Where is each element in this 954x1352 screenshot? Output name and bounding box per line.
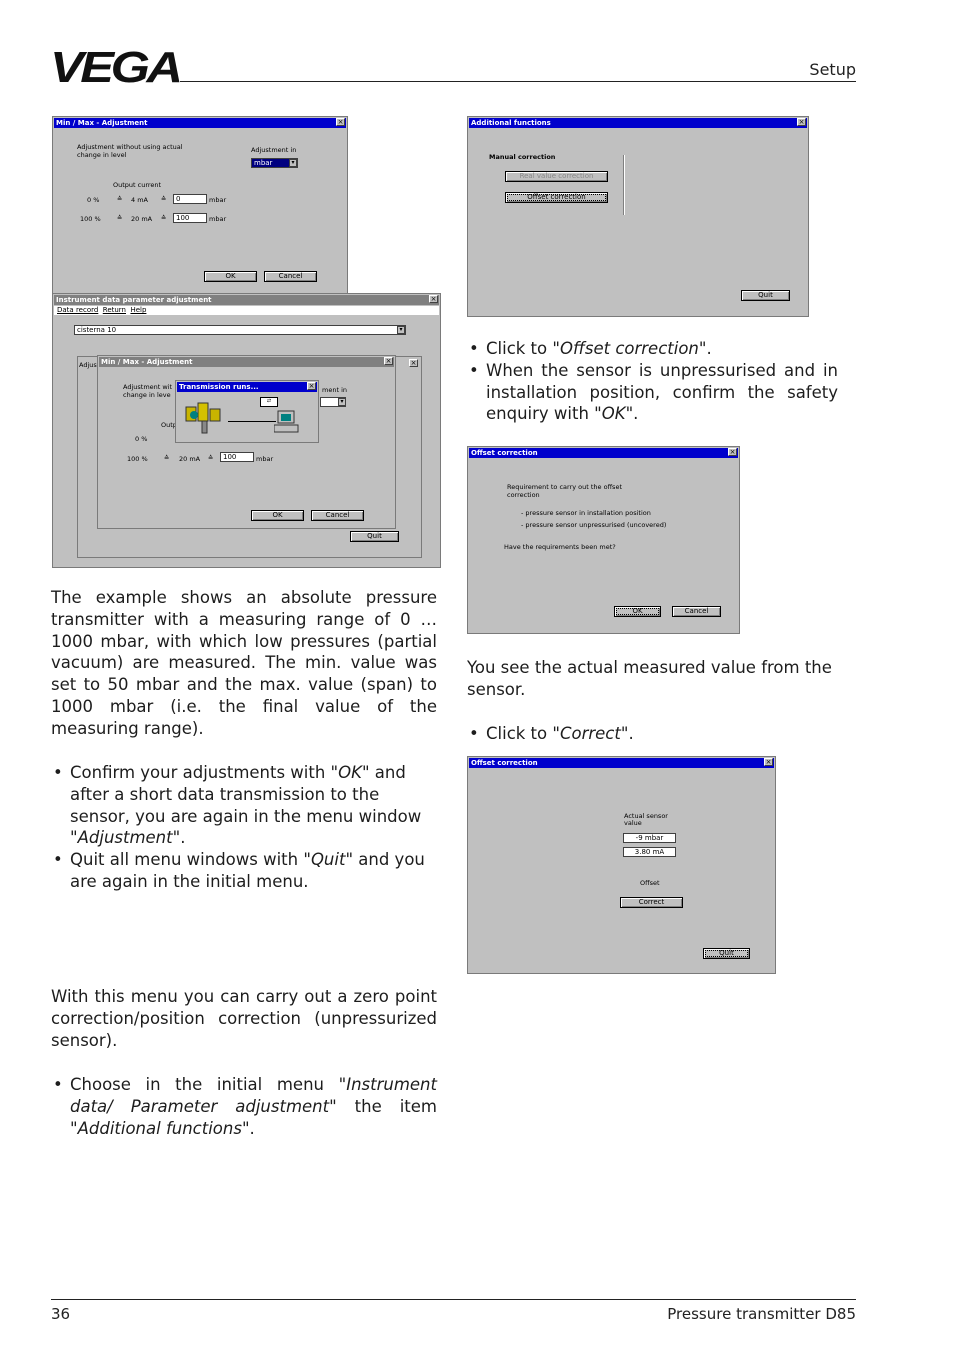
divider bbox=[623, 155, 625, 215]
row1-percent: 100 % bbox=[80, 215, 101, 223]
window-title: Additional functions bbox=[469, 118, 807, 128]
computer-icon bbox=[274, 410, 299, 433]
close-icon[interactable]: × bbox=[764, 758, 773, 766]
list-item: Click to "Offset correction". bbox=[467, 338, 838, 360]
close-icon[interactable]: × bbox=[409, 359, 418, 367]
requirement-line-2: correction bbox=[507, 491, 540, 499]
window-title: Min / Max - Adjustment bbox=[99, 357, 394, 367]
product-name: Pressure transmitter D85 bbox=[667, 1305, 856, 1323]
row0-value-input[interactable]: 0 bbox=[173, 194, 207, 204]
connection-line bbox=[228, 421, 276, 422]
cancel-button[interactable]: Cancel bbox=[264, 271, 317, 282]
menu-bar: Data record Return Help bbox=[54, 306, 439, 315]
list-item: Quit all menu windows with "Quit" and yo… bbox=[51, 849, 437, 893]
row0-ma: 4 mA bbox=[131, 196, 148, 204]
window-title: Offset correction bbox=[469, 758, 774, 768]
row0-percent: 0 % bbox=[87, 196, 100, 204]
page-number: 36 bbox=[51, 1305, 71, 1323]
chevron-down-icon[interactable]: ▾ bbox=[338, 398, 346, 406]
close-icon[interactable]: × bbox=[797, 118, 806, 126]
menu-return[interactable]: Return bbox=[103, 306, 126, 314]
transfer-icon: ⇄ bbox=[260, 397, 278, 407]
equiv-icon: ≙ bbox=[117, 214, 123, 222]
requirement-line-1: Requirement to carry out the offset bbox=[507, 483, 622, 491]
window-title: Instrument data parameter adjustment bbox=[54, 295, 439, 305]
equiv-icon: ≙ bbox=[161, 214, 167, 222]
ok-button[interactable]: OK bbox=[614, 606, 661, 617]
transmission-dialog: Transmission runs... × ⇄ bbox=[175, 380, 319, 443]
offset-label: Offset bbox=[640, 879, 660, 887]
menu-help[interactable]: Help bbox=[130, 306, 146, 314]
menu-paragraph: With this menu you can carry out a zero … bbox=[51, 987, 437, 1050]
row0-unit: mbar bbox=[209, 196, 227, 204]
footer-rule bbox=[51, 1299, 856, 1300]
close-icon[interactable]: × bbox=[384, 357, 393, 365]
left-bullet-list-2: Choose in the initial menu "Instrument d… bbox=[51, 1074, 437, 1139]
left-bullet-list-1: Confirm your adjustments with "OK" and a… bbox=[51, 762, 437, 893]
measured-value-paragraph: You see the actual measured value from t… bbox=[467, 658, 832, 699]
list-item: Click to "Correct". bbox=[467, 723, 838, 745]
row1-ma: 20 mA bbox=[131, 215, 153, 223]
row1-unit: mbar bbox=[209, 215, 227, 223]
description-text: Adjustment without using actual change i… bbox=[77, 143, 183, 159]
real-value-correction-button[interactable]: Real value correction bbox=[505, 171, 608, 182]
actual-value-label: value bbox=[624, 819, 642, 827]
sensor-icon bbox=[185, 402, 221, 434]
requirement-item-1: - pressure sensor in installation positi… bbox=[521, 509, 651, 517]
equiv-icon: ≙ bbox=[164, 454, 170, 462]
ok-button[interactable]: OK bbox=[204, 271, 257, 282]
record-select[interactable]: cisterna 10 bbox=[74, 325, 406, 335]
list-item: Confirm your adjustments with "OK" and a… bbox=[51, 762, 437, 849]
close-icon[interactable]: × bbox=[336, 118, 345, 126]
equiv-icon: ≙ bbox=[161, 195, 167, 203]
ok-button[interactable]: OK bbox=[251, 510, 304, 521]
chevron-down-icon[interactable]: ▾ bbox=[289, 159, 297, 167]
minmax-window-top: Min / Max - Adjustment × Adjustment with… bbox=[52, 116, 348, 294]
offset-correction-window-1: Offset correction × Requirement to carry… bbox=[467, 446, 740, 634]
close-icon[interactable]: × bbox=[429, 295, 438, 303]
close-icon[interactable]: × bbox=[728, 448, 737, 456]
menu-data-record[interactable]: Data record bbox=[57, 306, 98, 314]
intro-paragraph: The example shows an absolute pressure t… bbox=[51, 588, 437, 738]
right-bullet-list-1: Click to "Offset correction". When the s… bbox=[467, 338, 838, 425]
close-icon[interactable]: × bbox=[307, 382, 316, 390]
quit-button[interactable]: Quit bbox=[350, 531, 399, 542]
offset-correction-window-2: Offset correction × Actual sensor value … bbox=[467, 756, 776, 974]
right-bullet-list-2: Click to "Correct". bbox=[467, 723, 838, 745]
cancel-button[interactable]: Cancel bbox=[672, 606, 721, 617]
correct-button[interactable]: Correct bbox=[620, 897, 683, 908]
quit-button[interactable]: Quit bbox=[741, 290, 790, 301]
cancel-button[interactable]: Cancel bbox=[311, 510, 364, 521]
list-item: Choose in the initial menu "Instrument d… bbox=[51, 1074, 437, 1139]
list-item: When the sensor is unpressurised and in … bbox=[467, 360, 838, 425]
header-rule bbox=[180, 81, 856, 82]
row1-unit: mbar bbox=[256, 455, 274, 463]
adjustment-in-label: Adjustment in bbox=[251, 146, 297, 154]
window-title: Transmission runs... bbox=[177, 382, 317, 392]
quit-button[interactable]: Quit bbox=[703, 948, 750, 959]
row1-ma: 20 mA bbox=[179, 455, 201, 463]
requirement-item-2: - pressure sensor unpressurised (uncover… bbox=[521, 521, 667, 529]
row1-percent: 100 % bbox=[127, 455, 148, 463]
adjust-label: Adjus bbox=[79, 361, 97, 369]
vega-logo: VEGA bbox=[50, 43, 183, 92]
row1-value-input[interactable]: 100 bbox=[220, 452, 254, 462]
window-title: Offset correction bbox=[469, 448, 738, 458]
output-current-label: Output current bbox=[113, 181, 162, 189]
equiv-icon: ≙ bbox=[208, 454, 214, 462]
row1-value-input[interactable]: 100 bbox=[173, 213, 207, 223]
value-ma-field: 3.80 mA bbox=[623, 847, 676, 857]
adjustment-in-label: ment in bbox=[322, 386, 347, 394]
additional-functions-window: Additional functions × Manual correction… bbox=[467, 116, 809, 317]
section-title: Setup bbox=[809, 60, 856, 79]
description-text: Adjustment wit change in leve bbox=[123, 383, 173, 399]
question-text: Have the requirements been met? bbox=[504, 543, 616, 551]
row0-percent: 0 % bbox=[135, 435, 148, 443]
equiv-icon: ≙ bbox=[117, 195, 123, 203]
manual-correction-label: Manual correction bbox=[489, 153, 556, 161]
value-mbar-field: -9 mbar bbox=[623, 833, 676, 843]
window-title: Min / Max - Adjustment bbox=[54, 118, 346, 128]
chevron-down-icon[interactable]: ▾ bbox=[397, 326, 405, 334]
offset-correction-button[interactable]: Offset correction bbox=[505, 192, 608, 203]
